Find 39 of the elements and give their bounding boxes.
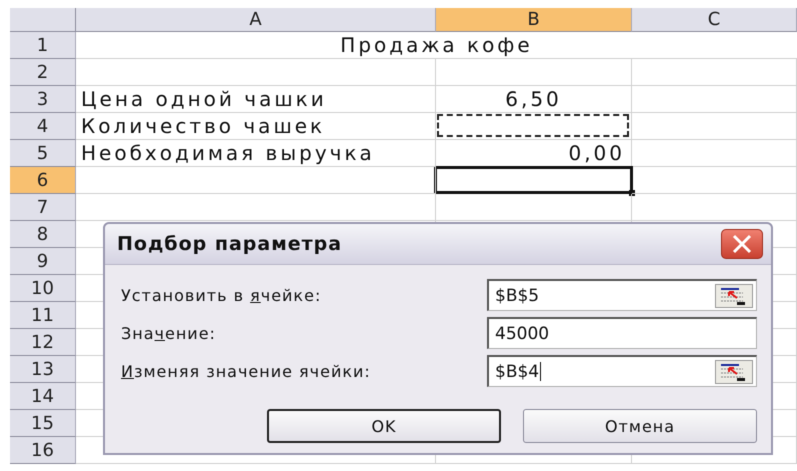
close-button[interactable] bbox=[721, 229, 763, 259]
field-label: Установить в ячейке: bbox=[121, 286, 322, 304]
column-header[interactable]: B bbox=[436, 8, 632, 32]
field-label: И зменяя значение ячейки: bbox=[121, 362, 371, 380]
row-header[interactable]: 14 bbox=[10, 383, 76, 410]
cell-text: Количество чашек bbox=[81, 113, 326, 139]
input-field[interactable]: $B$4 bbox=[487, 355, 757, 387]
close-icon bbox=[731, 234, 753, 254]
row-header[interactable]: 12 bbox=[10, 329, 76, 356]
cell-text: Цена одной чашки bbox=[81, 86, 327, 112]
row-header[interactable]: 8 bbox=[10, 221, 76, 248]
row-header[interactable]: 1 bbox=[10, 32, 76, 59]
input-field[interactable]: $B$5 bbox=[487, 279, 757, 311]
row-header[interactable]: 16 bbox=[10, 437, 76, 464]
row-header[interactable]: 5 bbox=[10, 140, 76, 167]
row-header[interactable]: 13 bbox=[10, 356, 76, 383]
dialog-title: Подбор параметра bbox=[117, 233, 342, 255]
range-picker-icon[interactable] bbox=[715, 360, 753, 384]
cell-text: 0,00 bbox=[568, 140, 625, 166]
select-all-corner[interactable] bbox=[10, 8, 76, 32]
row-header[interactable]: 11 bbox=[10, 302, 76, 329]
cell-text: Необходимая выручка bbox=[81, 140, 375, 166]
row-header[interactable]: 3 bbox=[10, 86, 76, 113]
row-header[interactable]: 6 bbox=[10, 167, 76, 194]
input-field[interactable]: 45000 bbox=[487, 317, 757, 349]
range-picker-icon[interactable] bbox=[715, 284, 753, 308]
row-header[interactable]: 7 bbox=[10, 194, 76, 221]
row-header[interactable]: 10 bbox=[10, 275, 76, 302]
row-header[interactable]: 2 bbox=[10, 59, 76, 86]
column-header[interactable]: C bbox=[632, 8, 797, 32]
row-header[interactable]: 9 bbox=[10, 248, 76, 275]
cell-text: 6,50 bbox=[504, 86, 563, 112]
sheet-title: Продажа кофе bbox=[340, 33, 533, 57]
dialog-button[interactable]: Отмена bbox=[523, 409, 757, 443]
column-header[interactable]: A bbox=[76, 8, 436, 32]
field-label: Значение: bbox=[121, 324, 216, 342]
dialog-button[interactable]: OK bbox=[267, 409, 501, 443]
row-header[interactable]: 15 bbox=[10, 410, 76, 437]
row-header[interactable]: 4 bbox=[10, 113, 76, 140]
